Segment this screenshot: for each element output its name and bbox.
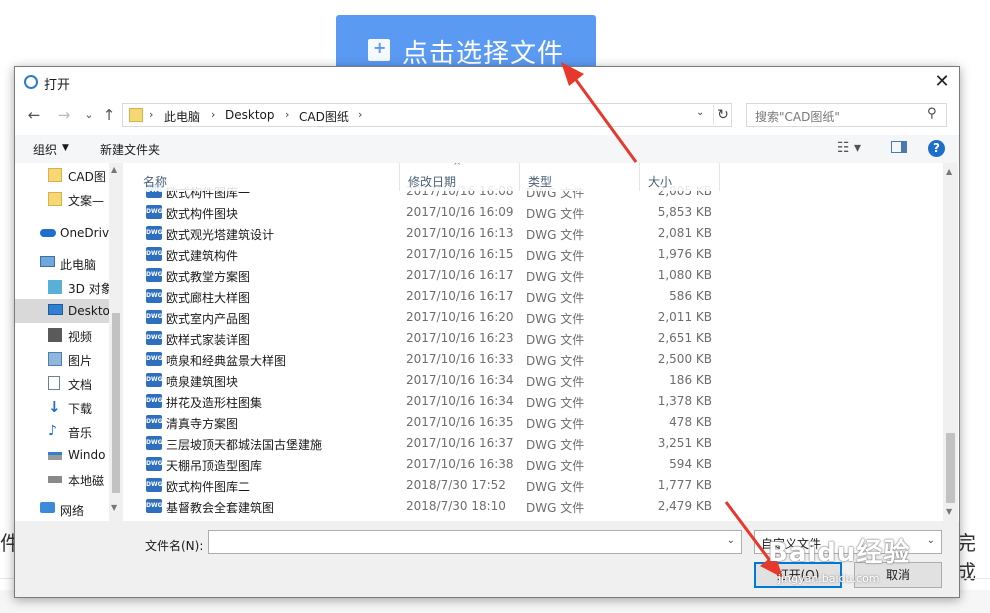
annotation-arrows (561, 62, 783, 578)
baidu-watermark: Baidu经验 (768, 538, 911, 568)
baidu-watermark-url: jingyan.baidu.com (778, 572, 880, 585)
annotation-arrow-upper (569, 72, 638, 163)
annotation-arrow-lower (724, 501, 776, 567)
annotation-arrowhead-upper (561, 62, 584, 86)
